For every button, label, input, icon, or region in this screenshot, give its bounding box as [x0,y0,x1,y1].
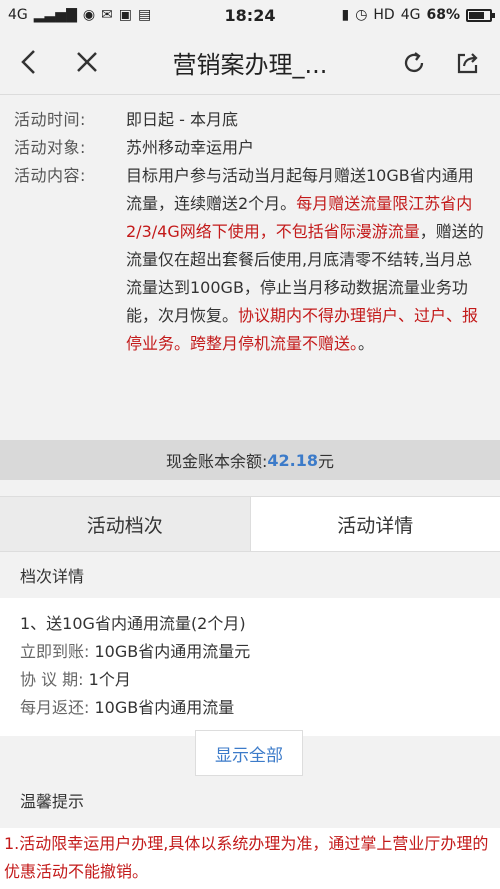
activity-content-label: 活动内容: [14,166,86,185]
activity-time-value: 即日起 - 本月底 [126,110,238,129]
clock: 18:24 [224,5,276,25]
cash-balance-bar: 现金账本余额: 42.18 元 [0,440,500,480]
bag-icon: ▣ [118,7,133,23]
close-button[interactable] [62,30,112,95]
balance-amount: 42.18 [267,450,318,470]
nav-bar: 营销案办理_... [0,30,500,95]
activity-time-row: 活动时间: 即日起 - 本月底 [14,106,488,134]
period-value: 1个月 [88,670,131,689]
refresh-button[interactable] [394,30,434,95]
back-icon [21,50,35,74]
monthly-label: 每月返还: [20,698,95,717]
refresh-icon [404,51,424,72]
period-row: 协 议 期: 1个月 [20,666,480,694]
close-icon [77,52,97,72]
hd-indicator: HD [373,7,395,23]
alarm-icon: ◷ [355,7,368,23]
immediate-label: 立即到账: [20,642,95,661]
battery-percent: 68% [426,7,460,23]
immediate-row: 立即到账: 10GB省内通用流量元 [20,638,480,666]
network-indicator: 4G [8,7,28,23]
activity-target-label: 活动对象: [14,138,86,157]
tab-activity-details[interactable]: 活动详情 [251,497,500,551]
page-title: 营销案办理_... [172,50,328,79]
battery-icon [466,8,495,22]
tab-bar: 活动档次 活动详情 [0,496,500,552]
balance-unit: 元 [318,452,335,471]
activity-target-row: 活动对象: 苏州移动幸运用户 [14,134,488,162]
network-indicator-2: 4G [400,7,421,23]
activity-content-value: 目标用户参与活动当月起每月赠送10GB省内通用流量，连续赠送2个月。每月赠送流量… [126,162,488,358]
immediate-value: 10GB省内通用流量元 [94,642,251,661]
status-bar: 4G ▂▃▅▇ ◉ ✉ ▣ ▤ 18:24 ▮ ◷ HD 4G 68% [0,0,500,30]
activity-info: 活动时间: 即日起 - 本月底 活动对象: 苏州移动幸运用户 活动内容: 目标用… [0,96,500,440]
tier-item: 1、送10G省内通用流量(2个月) [20,614,246,633]
wechat-icon: ◉ [82,7,96,23]
share-button[interactable] [448,30,488,95]
image-icon: ▤ [138,7,152,23]
vibrate-icon: ▮ [341,7,350,23]
tips-section-title: 温馨提示 [0,780,500,820]
monthly-value: 10GB省内通用流量 [94,698,235,717]
balance-label: 现金账本余额: [165,452,268,471]
activity-time-label: 活动时间: [14,110,86,129]
share-icon [457,52,478,73]
tier-section-title: 档次详情 [0,552,500,598]
back-button[interactable] [4,30,54,95]
tips-text: 1.活动限幸运用户办理,具体以系统办理为准，通过掌上营业厅办理的优惠活动不能撤销… [0,828,500,889]
content-text-3: 。 [358,334,375,353]
period-label: 协 议 期: [20,670,89,689]
message-icon: ✉ [101,7,113,23]
show-all-button[interactable]: 显示全部 [195,730,303,776]
activity-content-row: 活动内容: 目标用户参与活动当月起每月赠送10GB省内通用流量，连续赠送2个月。… [14,162,488,358]
activity-target-value: 苏州移动幸运用户 [126,138,255,157]
monthly-row: 每月返还: 10GB省内通用流量 [20,694,480,722]
signal-icon: ▂▃▅▇ [33,7,77,23]
nav-actions [394,30,488,95]
status-left: 4G ▂▃▅▇ ◉ ✉ ▣ ▤ [8,7,151,23]
tab-activity-tier[interactable]: 活动档次 [0,497,251,551]
status-right: ▮ ◷ HD 4G 68% [341,7,495,23]
tier-details: 1、送10G省内通用流量(2个月) 立即到账: 10GB省内通用流量元 协 议 … [0,598,500,736]
